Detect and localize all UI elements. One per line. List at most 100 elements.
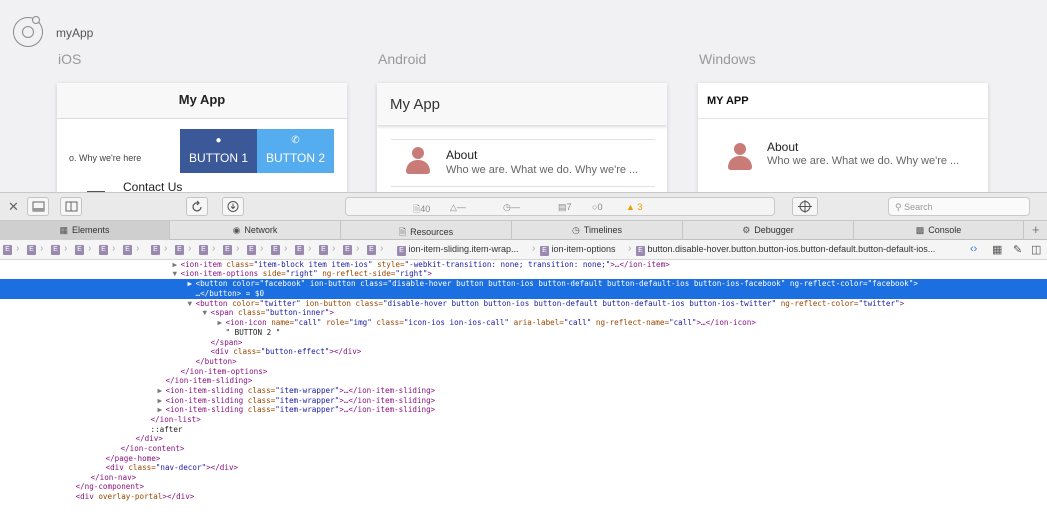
ios-button-1[interactable]: ● BUTTON 1 — [180, 129, 257, 173]
pencil-icon[interactable]: ✎ — [1013, 243, 1022, 256]
reload-icon — [192, 200, 202, 212]
breadcrumb-ancestor-icon[interactable]: E — [99, 245, 108, 255]
breadcrumb-ancestor-icon[interactable]: E — [51, 245, 60, 255]
windows-item-title[interactable]: About — [767, 140, 798, 154]
dom-node-line[interactable]: ▶ <ion-icon name="call" role="img" class=… — [0, 318, 1047, 328]
dom-node-line[interactable]: </ion-list> — [0, 415, 1047, 425]
activity-viewer[interactable]: 🗎40 △— ◷— ▤7 ○0 ▲ 3 — [345, 197, 775, 216]
tab-timelines[interactable]: ◷ Timelines — [512, 221, 683, 240]
breadcrumb-ancestor-icon[interactable]: E — [27, 245, 36, 255]
download-button[interactable] — [222, 197, 244, 216]
ios-toolbar-title: My App — [57, 83, 347, 119]
breadcrumb-item[interactable]: E ion-item-options — [540, 244, 616, 256]
breadcrumb-ancestor-icon[interactable]: E — [75, 245, 84, 255]
close-devtools-icon[interactable]: ✕ — [8, 199, 19, 215]
timelines-icon: ◷ — [571, 225, 580, 235]
breadcrumb-item[interactable]: E ion-item-sliding.item-wrap... — [397, 244, 519, 256]
dom-token: </ion-list> — [150, 415, 201, 424]
breadcrumb-ancestor-icon[interactable]: E — [367, 245, 376, 255]
dom-token: </ion-content> — [120, 444, 185, 453]
breadcrumb-ancestor-icon[interactable]: E — [295, 245, 304, 255]
resources-icon: 🗎 — [398, 227, 407, 237]
dom-token: <ion-item — [180, 260, 227, 269]
dom-token: </ng-component> — [75, 482, 145, 491]
tab-network[interactable]: ◉ Network — [170, 221, 341, 240]
dom-node-line[interactable]: </ion-content> — [0, 444, 1047, 454]
disclosure-triangle-icon[interactable]: ▶ — [158, 405, 166, 415]
dom-token: ></div> — [162, 492, 195, 501]
dom-node-line[interactable]: </button> — [0, 357, 1047, 367]
breadcrumb-ancestor-icon[interactable]: E — [151, 245, 160, 255]
dom-node-line[interactable]: <div overlay-portal></div> — [0, 492, 1047, 502]
dom-token: > — [329, 308, 334, 317]
dom-token: "nav-decor" — [155, 463, 207, 472]
breadcrumb-ancestor-icon[interactable]: E — [123, 245, 132, 255]
dom-token: ion-button — [305, 299, 356, 308]
add-tab-icon[interactable]: + — [1032, 222, 1040, 237]
dom-node-line[interactable]: …</button> = $0 — [0, 289, 1047, 299]
console-icon: ▩ — [915, 225, 925, 235]
tab-resources[interactable]: 🗎 Resources — [341, 221, 512, 240]
breadcrumb-ancestor-icon[interactable]: E — [199, 245, 208, 255]
dom-token: "disable-hover button button-ios button-… — [382, 299, 781, 308]
dom-node-line[interactable]: <div class="nav-decor"></div> — [0, 463, 1047, 473]
dom-node-line[interactable]: ▶ <ion-item-sliding class="item-wrapper">… — [0, 386, 1047, 396]
dom-node-line[interactable]: ▶ <ion-item-sliding class="item-wrapper">… — [0, 405, 1047, 415]
dom-token: </div> — [135, 434, 163, 443]
dom-token: class= — [128, 463, 156, 472]
disclosure-triangle-icon[interactable]: ▶ — [188, 279, 196, 289]
tab-debugger[interactable]: ⚙ Debugger — [683, 221, 854, 240]
ios-device-preview: My App o. Why we're here ● BUTTON 1 ✆ BU… — [57, 83, 347, 192]
ios-contact-label[interactable]: Contact Us — [123, 180, 182, 192]
search-icon: ⚲ — [895, 202, 902, 212]
dom-token: </ion-item-sliding> — [165, 376, 253, 385]
platform-label-ios: iOS — [58, 51, 82, 67]
dom-token: ng-reflect-color= — [789, 279, 868, 288]
disclosure-triangle-icon[interactable]: ▼ — [203, 308, 211, 318]
dom-token: aria-label= — [513, 318, 564, 327]
dom-node-line[interactable]: ▼ <span class="button-inner"> — [0, 308, 1047, 318]
disclosure-triangle-icon[interactable]: ▶ — [218, 318, 226, 328]
search-input[interactable]: ⚲ Search — [888, 197, 1030, 216]
windows-toolbar-title: MY APP — [698, 83, 988, 119]
breadcrumb-ancestor-icon[interactable]: E — [3, 245, 12, 255]
disclosure-triangle-icon[interactable]: ▼ — [173, 269, 181, 279]
dom-token: …</button> — [195, 289, 242, 298]
dom-node-line[interactable]: </ion-item-sliding> — [0, 376, 1047, 386]
reload-button[interactable] — [186, 197, 208, 216]
android-item-title[interactable]: About — [446, 148, 477, 162]
breadcrumb-separator-icon: › — [112, 243, 116, 254]
breadcrumb-ancestor-icon[interactable]: E — [223, 245, 232, 255]
dom-node-line[interactable]: ▼ <ion-item-options side="right" ng-refle… — [0, 269, 1047, 279]
grid-icon[interactable]: ▦ — [992, 243, 1002, 256]
breadcrumb-ancestor-icon[interactable]: E — [271, 245, 280, 255]
inspect-element-button[interactable] — [792, 197, 818, 216]
dom-node-line[interactable]: " BUTTON 2 " — [0, 328, 1047, 338]
dock-side-button[interactable] — [60, 197, 82, 216]
dom-token: "facebook" — [259, 279, 310, 288]
dom-node-line[interactable]: ▶ <button color="facebook" ion-button cla… — [0, 279, 1047, 289]
dock-bottom-button[interactable] — [27, 197, 49, 216]
dom-token: style= — [377, 260, 405, 269]
warning-count: ▲ 3 — [626, 202, 643, 212]
tab-console[interactable]: ▩ Console — [854, 221, 1024, 240]
breadcrumb-ancestor-icon[interactable]: E — [319, 245, 328, 255]
dom-node-line[interactable]: </div> — [0, 434, 1047, 444]
code-brackets-icon[interactable]: ‹› — [970, 243, 977, 255]
ios-button-2[interactable]: ✆ BUTTON 2 — [257, 129, 334, 173]
breadcrumb-item-selected[interactable]: E button.disable-hover.button.button-ios… — [636, 244, 960, 256]
breadcrumb-ancestor-icon[interactable]: E — [343, 245, 352, 255]
dom-token: "-webkit-transition: none; transition: n… — [404, 260, 611, 269]
dom-node-line[interactable]: <div class="button-effect"></div> — [0, 347, 1047, 357]
disclosure-triangle-icon[interactable]: ▶ — [158, 386, 166, 396]
sidebar-toggle-icon[interactable]: ◫ — [1031, 243, 1041, 256]
load-time: ◷— — [503, 202, 520, 212]
breadcrumb-separator-icon: › — [164, 243, 168, 254]
dom-token: "call" — [563, 318, 596, 327]
tab-elements[interactable]: ▦ Elements — [0, 221, 170, 240]
breadcrumb-ancestor-icon[interactable]: E — [247, 245, 256, 255]
dom-node-line[interactable]: </ng-component> — [0, 482, 1047, 492]
breadcrumb-ancestor-icon[interactable]: E — [175, 245, 184, 255]
android-list-divider — [391, 186, 655, 187]
download-icon — [227, 201, 239, 212]
